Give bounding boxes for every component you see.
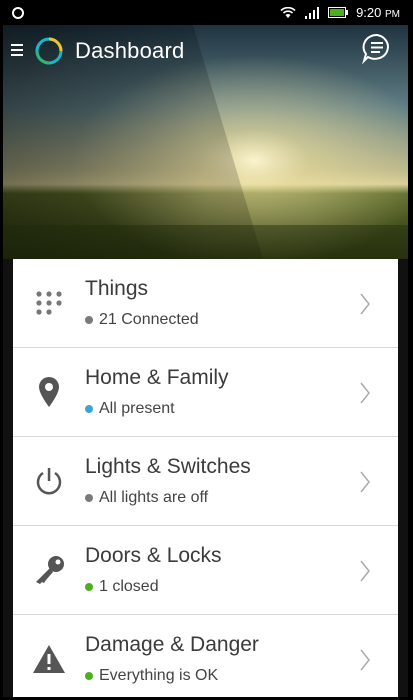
list-item-title: Home & Family (85, 366, 229, 389)
menu-icon[interactable] (11, 43, 23, 62)
phone-screen: 9:20 PM Dashboard Things 21 Connected Ho… (0, 0, 413, 700)
warning-icon (29, 639, 69, 679)
hero-image: Dashboard (3, 25, 408, 259)
chevron-right-icon (360, 649, 370, 676)
list-item-things[interactable]: Things 21 Connected (13, 259, 398, 348)
wifi-icon (280, 6, 296, 18)
page-title: Dashboard (75, 38, 185, 63)
status-dot (85, 316, 93, 324)
chevron-right-icon (360, 382, 370, 409)
chat-icon[interactable] (360, 31, 394, 70)
battery-icon (328, 7, 349, 18)
logo-icon (33, 35, 65, 72)
sync-icon (11, 6, 25, 23)
list-item-damage-danger[interactable]: Damage & Danger Everything is OK (13, 615, 398, 697)
chevron-right-icon (360, 293, 370, 320)
list-item-status: 1 closed (85, 578, 159, 596)
list-item-title: Doors & Locks (85, 544, 222, 567)
status-dot (85, 583, 93, 591)
status-time: 9:20 PM (356, 5, 400, 20)
list-item-lights-switches[interactable]: Lights & Switches All lights are off (13, 437, 398, 526)
app-bar: Dashboard (3, 25, 408, 65)
list-item-status: Everything is OK (85, 667, 218, 685)
status-dot (85, 405, 93, 413)
power-icon (29, 461, 69, 501)
location-pin-icon (29, 372, 69, 412)
status-icons: 9:20 PM (280, 5, 400, 20)
list-item-title: Damage & Danger (85, 633, 259, 656)
status-dot (85, 494, 93, 502)
list-item-status: 21 Connected (85, 311, 199, 329)
list-item-status: All lights are off (85, 489, 208, 507)
chevron-right-icon (360, 560, 370, 587)
key-icon (29, 550, 69, 590)
list-item-doors-locks[interactable]: Doors & Locks 1 closed (13, 526, 398, 615)
signal-icon (305, 6, 320, 19)
status-dot (85, 672, 93, 680)
list-item-status: All present (85, 400, 175, 418)
list-item-title: Things (85, 277, 149, 300)
list-item-home-family[interactable]: Home & Family All present (13, 348, 398, 437)
grid-dots-icon (29, 283, 69, 323)
list-item-title: Lights & Switches (85, 455, 251, 478)
chevron-right-icon (360, 471, 370, 498)
dashboard-list: Things 21 Connected Home & Family All pr… (13, 259, 398, 697)
status-bar: 9:20 PM (3, 3, 408, 25)
